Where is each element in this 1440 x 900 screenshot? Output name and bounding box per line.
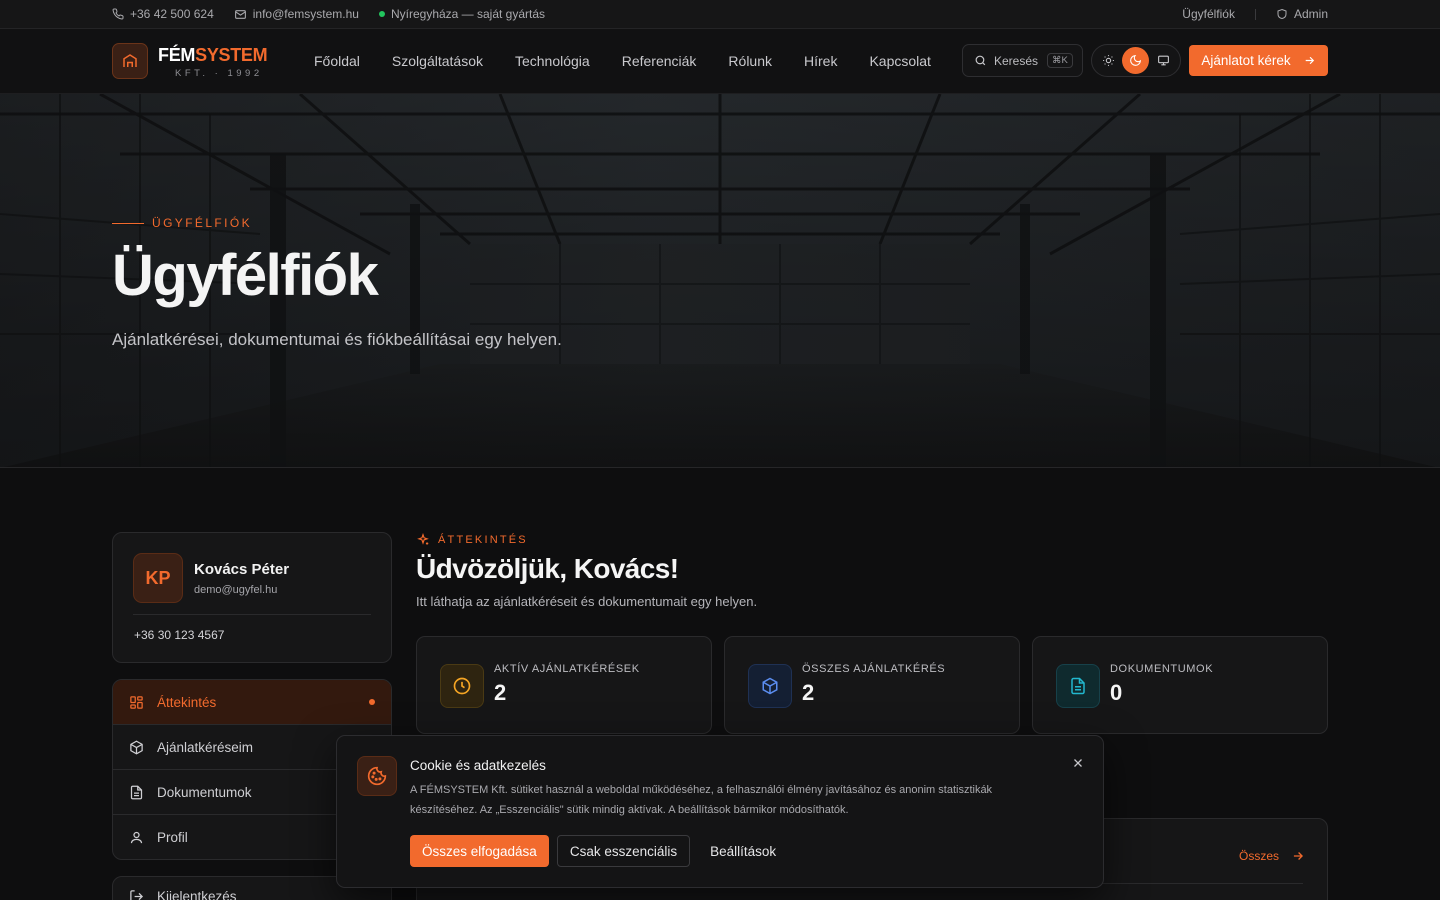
stat-card-active-quotes[interactable]: AKTÍV AJÁNLATKÉRÉSEK 2: [416, 636, 712, 734]
eyebrow-line: [112, 222, 144, 224]
profile-phone: +36 30 123 4567: [134, 628, 225, 642]
request-quote-button[interactable]: Ajánlatot kérek: [1189, 45, 1328, 76]
sun-icon: [1103, 55, 1115, 66]
stat-label: AKTÍV AJÁNLATKÉRÉSEK: [494, 663, 640, 675]
logo-name-white: FÉM: [158, 45, 196, 65]
stat-card-total-quotes[interactable]: ÖSSZES AJÁNLATKÉRÉS 2: [724, 636, 1020, 734]
stat-card-documents[interactable]: DOKUMENTUMOK 0: [1032, 636, 1328, 734]
sidebar-item-label: Áttekintés: [157, 694, 217, 710]
email-link[interactable]: info@femsystem.hu: [234, 7, 359, 21]
profile-name: Kovács Péter: [194, 561, 290, 578]
location-info: Nyíregyháza — saját gyártás: [378, 7, 546, 21]
nav-item-kapcsolat[interactable]: Kapcsolat: [869, 53, 930, 69]
search-shortcut: ⌘K: [1047, 53, 1073, 68]
page-title: Ügyfélfiók: [112, 243, 379, 308]
theme-light-button[interactable]: [1095, 47, 1122, 74]
account-link[interactable]: Ügyfélfiók: [1182, 7, 1235, 21]
theme-switcher: [1091, 44, 1181, 77]
cookie-title: Cookie és adatkezelés: [410, 758, 546, 773]
document-icon: [130, 785, 143, 799]
moon-icon: [1130, 54, 1142, 66]
cookie-description: A FÉMSYSTEM Kft. sütiket használ a webol…: [410, 784, 993, 816]
stat-label: DOKUMENTUMOK: [1110, 663, 1214, 675]
stat-value: 0: [1110, 680, 1123, 705]
top-bar: +36 42 500 624 info@femsystem.hu Nyíregy…: [0, 0, 1440, 29]
theme-system-button[interactable]: [1150, 47, 1177, 74]
main-navigation: FÉMSYSTEM KFT. · 1992 Főoldal Szolgáltat…: [0, 29, 1440, 94]
sparkle-icon: [417, 533, 429, 545]
essential-only-button[interactable]: Csak esszenciális: [556, 835, 691, 867]
cookie-icon: [357, 756, 397, 796]
theme-dark-button[interactable]: [1122, 47, 1150, 74]
nav-item-referenciak[interactable]: Referenciák: [622, 53, 697, 69]
logo-wordmark[interactable]: FÉMSYSTEM KFT. · 1992: [158, 45, 268, 79]
profile-card: KP Kovács Péter demo@ugyfel.hu +36 30 12…: [112, 532, 392, 663]
logout-label: Kijelentkezés: [157, 888, 237, 900]
email-text: info@femsystem.hu: [252, 7, 359, 21]
divider: [133, 614, 371, 615]
logo-name-orange: SYSTEM: [195, 45, 268, 65]
nav-item-rolunk[interactable]: Rólunk: [728, 53, 772, 69]
admin-text: Admin: [1293, 7, 1328, 21]
cookie-banner: Cookie és adatkezelés A FÉMSYSTEM Kft. s…: [336, 735, 1104, 888]
status-dot-icon: [378, 11, 385, 17]
cookie-settings-button[interactable]: Beállítások: [698, 835, 788, 867]
stat-value: 2: [494, 680, 507, 705]
package-icon: [130, 740, 143, 754]
arrow-right-icon: [1293, 852, 1303, 860]
nav-item-technologia[interactable]: Technológia: [515, 53, 590, 69]
request-quote-label: Ajánlatot kérek: [1201, 53, 1291, 68]
overview-eyebrow: ÁTTEKINTÉS: [416, 533, 528, 547]
hero-eyebrow: ÜGYFÉLFIÓK: [112, 216, 252, 230]
search-button[interactable]: Keresés ⌘K: [962, 44, 1083, 77]
sidebar-item-label: Profil: [157, 830, 188, 845]
sidebar-item-label: Dokumentumok: [157, 784, 252, 800]
location-text: Nyíregyháza — saját gyártás: [390, 7, 546, 21]
admin-link[interactable]: Admin: [1276, 7, 1328, 21]
clock-icon: [440, 664, 484, 708]
grid-icon: [130, 695, 143, 709]
welcome-subtitle: Itt láthatja az ajánlatkéréseit és dokum…: [416, 594, 758, 609]
logout-icon: [130, 889, 144, 900]
phone-link[interactable]: +36 42 500 624: [112, 7, 214, 21]
close-icon[interactable]: [1071, 756, 1085, 770]
document-icon: [1056, 664, 1100, 708]
divider: [1254, 8, 1256, 20]
phone-text: +36 42 500 624: [130, 7, 214, 21]
view-all-label: Összes: [1238, 849, 1279, 863]
search-icon: [975, 55, 986, 66]
overview-eyebrow-text: ÁTTEKINTÉS: [438, 534, 528, 546]
shield-icon: [1276, 8, 1288, 20]
welcome-heading: Üdvözöljük, Kovács!: [416, 553, 679, 584]
mail-icon: [234, 8, 247, 21]
logo-subtitle: KFT. · 1992: [175, 68, 263, 79]
logo-mark[interactable]: [112, 43, 148, 79]
profile-email: demo@ugyfel.hu: [194, 584, 278, 596]
search-label: Keresés: [994, 53, 1039, 68]
phone-icon: [112, 8, 124, 20]
avatar: KP: [133, 553, 183, 603]
user-icon: [130, 831, 143, 844]
active-indicator: [369, 699, 375, 705]
package-icon: [748, 664, 792, 708]
nav-item-hirek[interactable]: Hírek: [804, 53, 837, 69]
monitor-icon: [1157, 55, 1169, 66]
nav-item-szolgaltatasok[interactable]: Szolgáltatások: [392, 53, 483, 69]
nav-item-fooldal[interactable]: Főoldal: [314, 53, 360, 69]
sidebar-item-overview[interactable]: Áttekintés: [113, 680, 391, 725]
arrow-right-icon: [1305, 56, 1314, 65]
view-all-link[interactable]: Összes: [1239, 849, 1305, 863]
hero-eyebrow-text: ÜGYFÉLFIÓK: [152, 216, 253, 230]
sidebar-item-label: Ajánlatkéréseim: [157, 739, 254, 755]
stat-value: 2: [802, 680, 815, 705]
nav-menu: Főoldal Szolgáltatások Technológia Refer…: [314, 29, 931, 92]
accept-all-button[interactable]: Összes elfogadása: [410, 835, 549, 867]
house-icon: [123, 54, 137, 67]
page-subtitle: Ajánlatkérései, dokumentumai és fiókbeál…: [112, 330, 562, 349]
hero-section: ÜGYFÉLFIÓK Ügyfélfiók Ajánlatkérései, do…: [0, 94, 1440, 468]
stat-label: ÖSSZES AJÁNLATKÉRÉS: [802, 663, 946, 675]
